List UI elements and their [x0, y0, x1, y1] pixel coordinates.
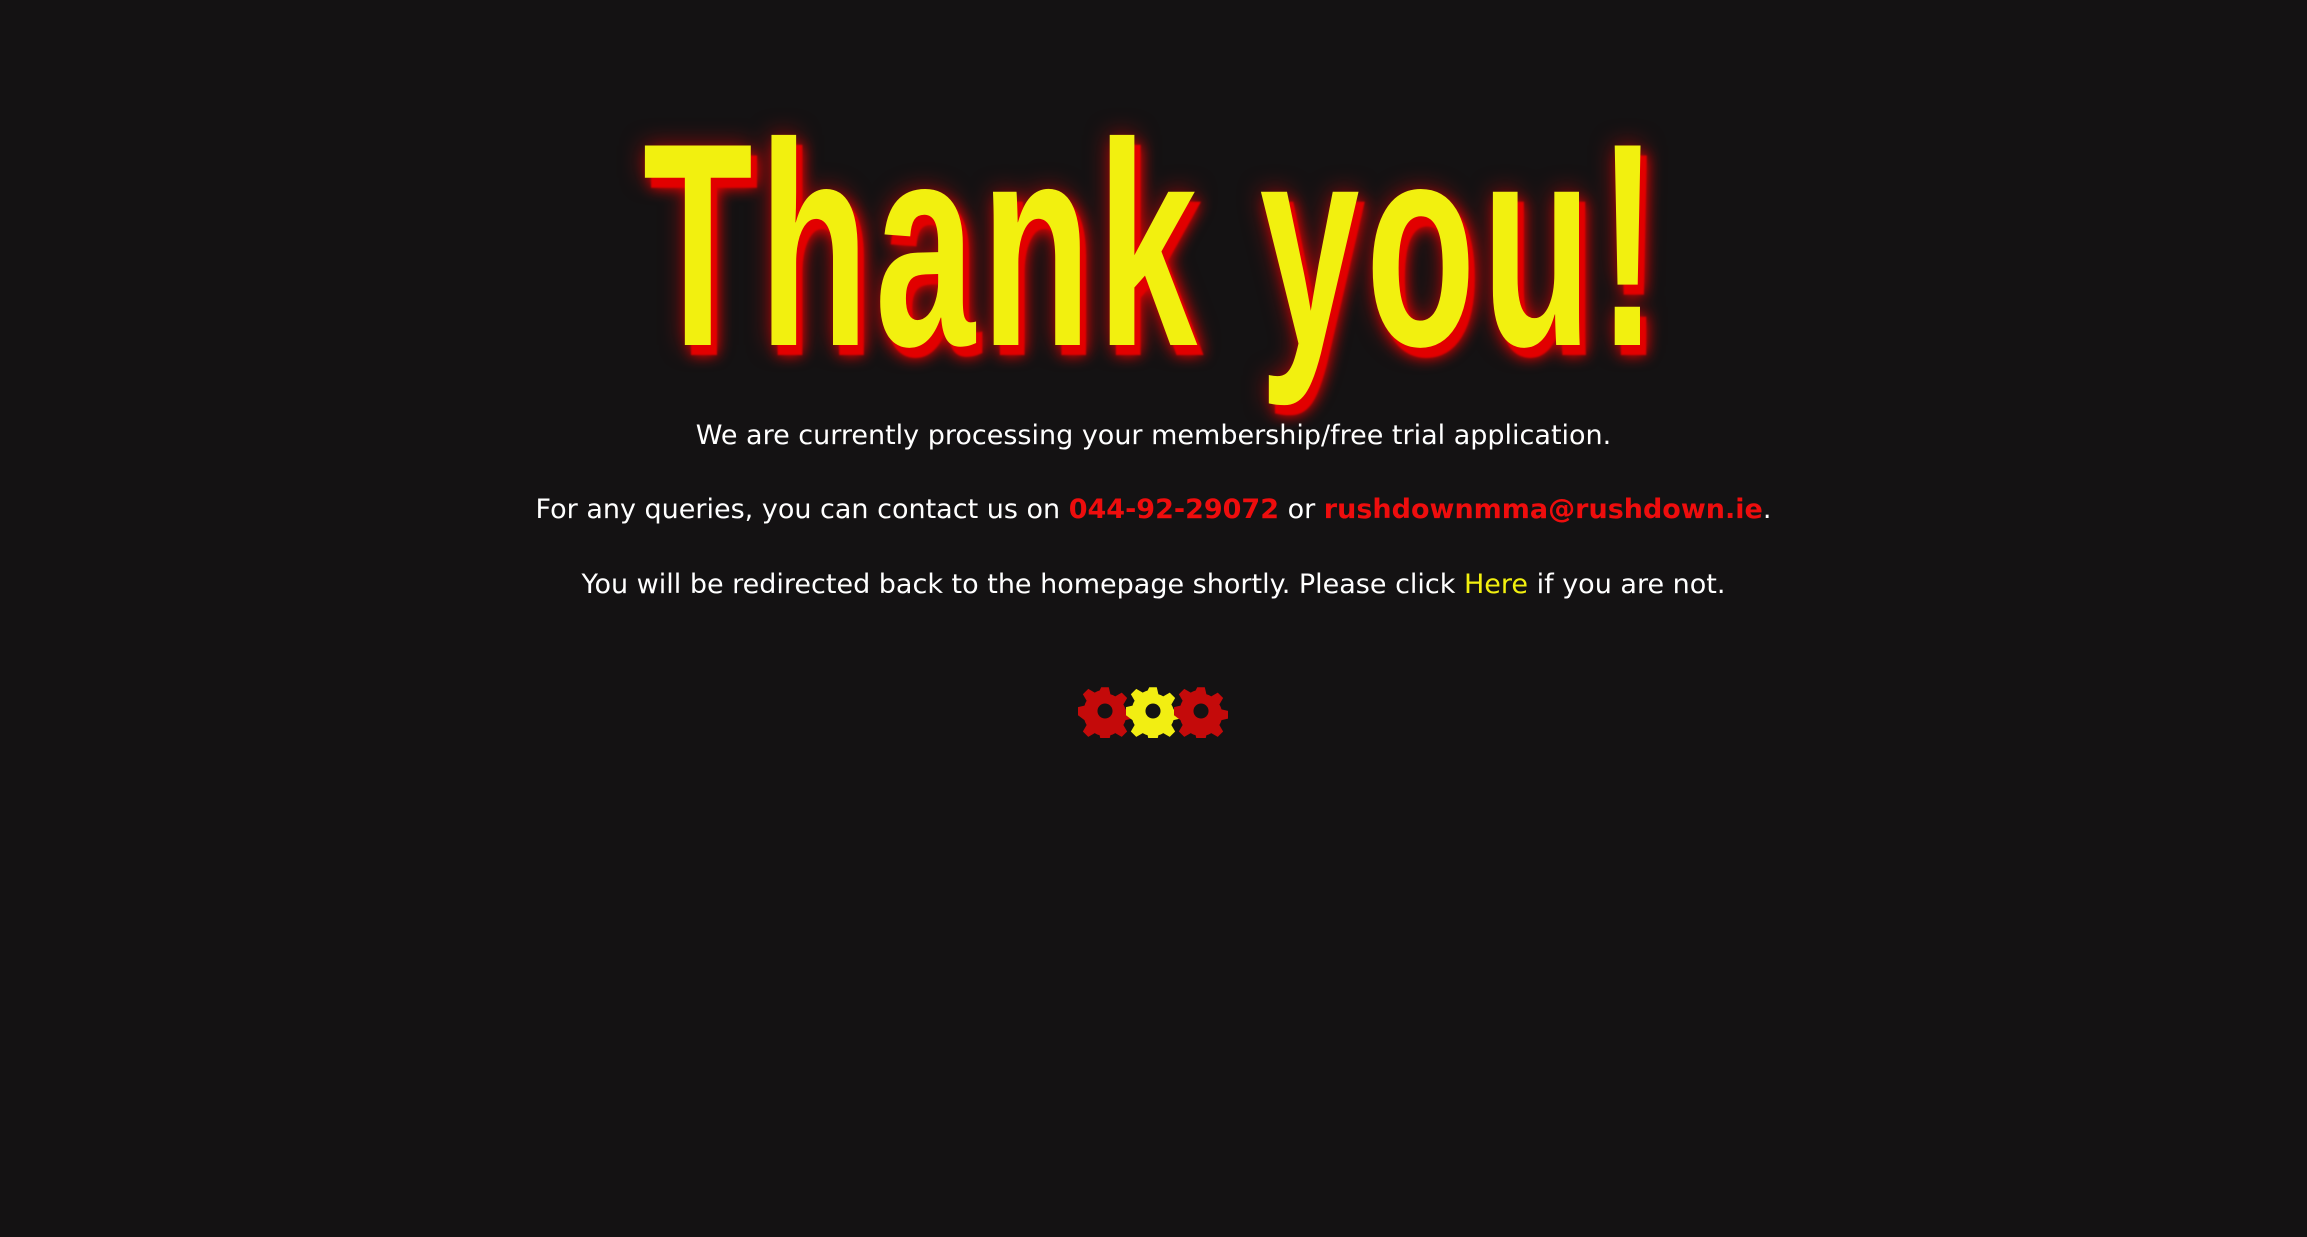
gear-shape-3: [1174, 687, 1228, 738]
redirect-message: You will be redirected back to the homep…: [0, 569, 2307, 601]
gear-shape-1: [1078, 687, 1132, 738]
phone-link[interactable]: 044-92-29072: [1069, 494, 1279, 525]
redirect-prefix: You will be redirected back to the homep…: [581, 568, 1464, 600]
redirect-suffix: if you are not.: [1528, 568, 1726, 600]
loading-indicator: [1078, 684, 1230, 742]
email-link[interactable]: rushdownmma@rushdown.ie: [1324, 494, 1763, 525]
processing-message: We are currently processing your members…: [695, 420, 1612, 451]
gear-icon: [1126, 684, 1180, 738]
message-block: We are currently processing your members…: [0, 420, 2307, 643]
contact-prefix: For any queries, you can contact us on: [535, 494, 1069, 526]
gear-icon: [1078, 684, 1132, 738]
gear-icon: [1174, 684, 1228, 738]
homepage-link[interactable]: Here: [1464, 569, 1528, 600]
gear-shape-2: [1126, 687, 1180, 738]
contact-message: For any queries, you can contact us on 0…: [0, 494, 2307, 526]
hero: Thank you!: [0, 100, 2307, 390]
contact-connector: or: [1279, 494, 1324, 526]
page-title: Thank you!: [643, 83, 1664, 407]
contact-suffix: .: [1762, 494, 1772, 526]
